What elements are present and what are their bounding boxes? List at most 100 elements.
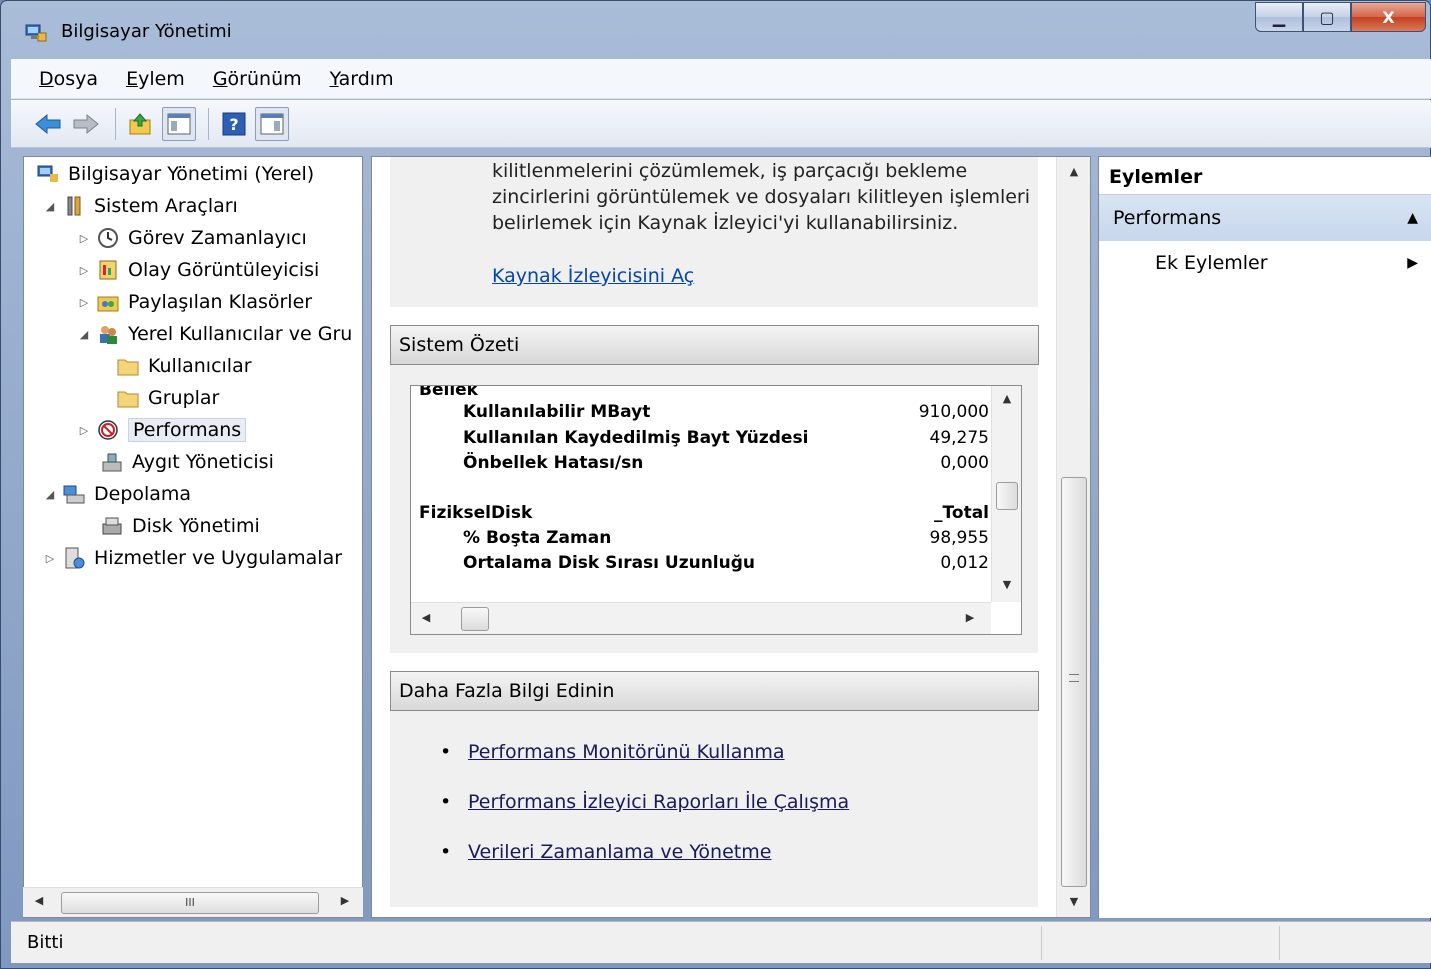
- summary-row-value: 98,955: [929, 528, 989, 548]
- help-icon: ?: [222, 112, 246, 135]
- title-bar[interactable]: Bilgisayar Yönetimi ▁ ▢ X: [1, 1, 1431, 57]
- submenu-arrow-icon: ▶: [1407, 255, 1418, 271]
- system-summary-header[interactable]: Sistem Özeti: [390, 325, 1039, 365]
- users-icon: [96, 322, 120, 346]
- app-window: Bilgisayar Yönetimi ▁ ▢ X Dosya Eylem Gö…: [0, 0, 1431, 969]
- menu-yardim[interactable]: Yardım: [330, 68, 394, 90]
- actions-pane: Eylemler Performans ▲ Ek Eylemler ▶: [1098, 156, 1431, 918]
- tree-item-computer-management[interactable]: Bilgisayar Yönetimi (Yerel): [32, 159, 314, 189]
- scroll-up-icon[interactable]: ▲: [992, 392, 1021, 405]
- tree-item-system-tools[interactable]: ◢ Sistem Araçları: [42, 191, 238, 221]
- tree-item-label: Bilgisayar Yönetimi (Yerel): [68, 163, 315, 185]
- learn-more-header[interactable]: Daha Fazla Bilgi Edinin: [390, 671, 1039, 711]
- close-icon: X: [1382, 7, 1395, 27]
- tree-item-services-applications[interactable]: ▷ Hizmetler ve Uygulamalar: [42, 543, 342, 573]
- expand-icon[interactable]: ▷: [76, 264, 92, 277]
- summary-row-label: Kullanılan Kaydedilmiş Bayt Yüzdesi: [463, 428, 809, 448]
- forward-arrow-icon: [73, 113, 99, 134]
- status-divider: [1279, 926, 1280, 960]
- scroll-right-icon[interactable]: ▶: [335, 894, 355, 907]
- open-resource-monitor-link[interactable]: Kaynak İzleyicisini Aç: [492, 265, 694, 287]
- tree-horizontal-scrollbar[interactable]: ◀ III ▶: [23, 887, 363, 917]
- menu-dosya[interactable]: Dosya: [39, 68, 98, 90]
- summary-row-value: 910,000: [918, 402, 989, 422]
- scroll-down-icon[interactable]: ▼: [1059, 895, 1089, 908]
- tree-item-shared-folders[interactable]: ▷ Paylaşılan Klasörler: [76, 287, 312, 317]
- tree-item-label: Olay Görüntüleyicisi: [128, 259, 320, 281]
- computer-management-icon: [36, 162, 60, 186]
- system-summary-box[interactable]: Bellek Kullanılabilir MBayt 910,000 Kull…: [410, 385, 1022, 635]
- scroll-thumb[interactable]: [461, 607, 489, 631]
- summary-group-title: Bellek: [419, 385, 478, 400]
- tree-item-label: Görev Zamanlayıcı: [128, 227, 307, 249]
- expand-icon[interactable]: ▷: [76, 424, 92, 437]
- summary-row-value: 0,000: [940, 453, 989, 473]
- tree-item-groups[interactable]: Gruplar: [112, 383, 219, 413]
- toolbar: ?: [11, 100, 1431, 148]
- tree-item-local-users-groups[interactable]: ◢ Yerel Kullanıcılar ve Gru: [76, 319, 353, 349]
- learn-more-link[interactable]: Performans Monitörünü Kullanma: [468, 741, 785, 763]
- tree-item-disk-management[interactable]: Disk Yönetimi: [96, 511, 260, 541]
- learn-more-link[interactable]: Performans İzleyici Raporları İle Çalışm…: [468, 791, 849, 813]
- collapse-up-icon[interactable]: ▲: [1407, 195, 1418, 241]
- maximize-icon: ▢: [1319, 7, 1335, 27]
- performance-icon: [96, 418, 120, 442]
- back-arrow-icon: [35, 113, 61, 134]
- tree-item-task-scheduler[interactable]: ▷ Görev Zamanlayıcı: [76, 223, 307, 253]
- summary-horizontal-scrollbar[interactable]: ◀ ▶: [411, 602, 991, 634]
- tree-item-storage[interactable]: ◢ Depolama: [42, 479, 191, 509]
- up-one-level-button[interactable]: [124, 107, 158, 141]
- scroll-right-icon[interactable]: ▶: [955, 611, 985, 624]
- help-button[interactable]: ?: [217, 107, 251, 141]
- minimize-button[interactable]: ▁: [1255, 2, 1303, 32]
- tree-item-label: Sistem Araçları: [94, 195, 238, 217]
- show-hide-action-pane-button[interactable]: [255, 106, 289, 141]
- collapse-icon[interactable]: ◢: [42, 488, 58, 501]
- folder-icon: [116, 354, 140, 378]
- scroll-thumb[interactable]: [996, 482, 1018, 510]
- back-button[interactable]: [31, 107, 65, 141]
- result-pane[interactable]: kilitlenmelerini çözümlemek, iş parçacığ…: [371, 156, 1091, 918]
- minimize-icon: ▁: [1272, 7, 1286, 27]
- intro-text: kilitlenmelerini çözümlemek, iş parçacığ…: [492, 160, 1031, 234]
- status-bar: Bitti: [11, 921, 1431, 963]
- show-hide-console-tree-icon: [167, 113, 191, 134]
- tree-item-device-manager[interactable]: Aygıt Yöneticisi: [96, 447, 274, 477]
- menu-eylem[interactable]: Eylem: [126, 68, 185, 90]
- storage-icon: [62, 482, 86, 506]
- console-tree[interactable]: Bilgisayar Yönetimi (Yerel) ◢ Sistem Ara…: [23, 156, 363, 918]
- action-more-actions[interactable]: Ek Eylemler ▶: [1099, 241, 1431, 285]
- expand-icon[interactable]: ▷: [76, 232, 92, 245]
- forward-button[interactable]: [69, 107, 103, 141]
- show-hide-console-tree-button[interactable]: [162, 106, 196, 141]
- actions-section-performance[interactable]: Performans ▲: [1099, 195, 1431, 241]
- svg-text:?: ?: [229, 115, 238, 134]
- close-button[interactable]: X: [1351, 2, 1426, 32]
- tree-item-users[interactable]: Kullanıcılar: [112, 351, 252, 381]
- scroll-down-icon[interactable]: ▼: [992, 578, 1021, 591]
- tree-item-performance[interactable]: ▷ Performans: [76, 415, 247, 445]
- summary-row-label: % Boşta Zaman: [463, 528, 612, 548]
- expand-icon[interactable]: ▷: [76, 296, 92, 309]
- menu-gorunum[interactable]: Görünüm: [213, 68, 302, 90]
- tree-item-label: Yerel Kullanıcılar ve Gru: [128, 323, 353, 345]
- summary-vertical-scrollbar[interactable]: ▲ ▼: [991, 386, 1021, 602]
- result-pane-vertical-scrollbar[interactable]: ▲ ▼: [1056, 157, 1090, 917]
- actions-header: Eylemler: [1099, 157, 1431, 195]
- learn-more-link[interactable]: Verileri Zamanlama ve Yönetme: [468, 841, 771, 863]
- scroll-thumb[interactable]: III: [61, 892, 319, 914]
- summary-row-value: 0,012: [940, 553, 989, 573]
- scroll-thumb[interactable]: [1061, 477, 1087, 887]
- tree-item-label: Performans: [128, 418, 247, 442]
- status-divider: [1041, 926, 1042, 960]
- tree-item-event-viewer[interactable]: ▷ Olay Görüntüleyicisi: [76, 255, 320, 285]
- action-label: Ek Eylemler: [1155, 252, 1268, 274]
- collapse-icon[interactable]: ◢: [42, 200, 58, 213]
- scroll-left-icon[interactable]: ◀: [29, 894, 49, 907]
- collapse-icon[interactable]: ◢: [76, 328, 92, 341]
- scroll-left-icon[interactable]: ◀: [411, 611, 441, 624]
- tree-item-label: Kullanıcılar: [148, 355, 252, 377]
- maximize-button[interactable]: ▢: [1303, 2, 1351, 32]
- scroll-up-icon[interactable]: ▲: [1059, 165, 1089, 178]
- expand-icon[interactable]: ▷: [42, 552, 58, 565]
